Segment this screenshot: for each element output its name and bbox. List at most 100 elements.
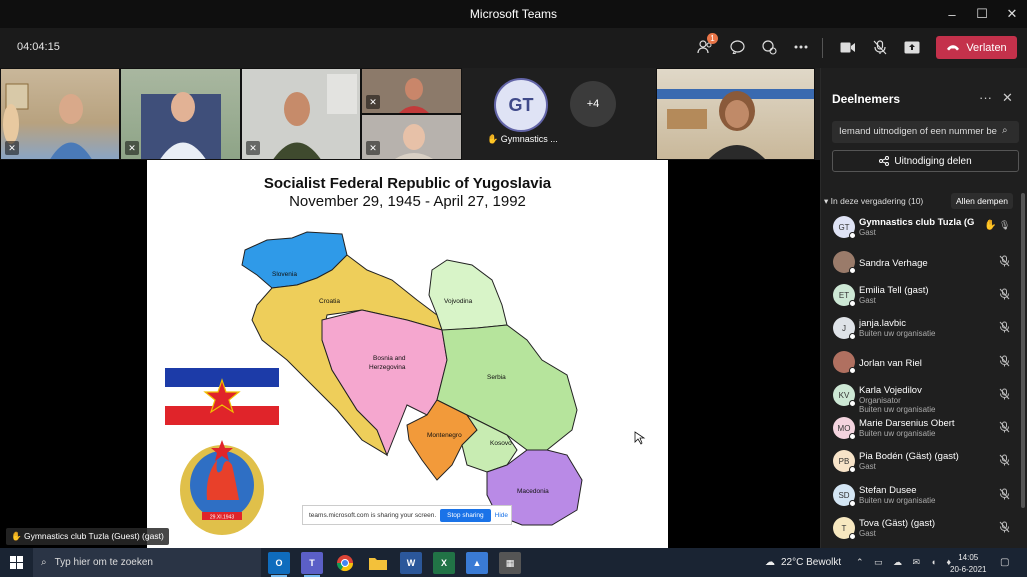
participant-row[interactable]: Jjanja.lavbic Buiten uw organisatie bbox=[829, 315, 1014, 345]
share-bar-text: teams.microsoft.com is sharing your scre… bbox=[309, 511, 437, 519]
taskbar-search-input[interactable]: ⌕ Typ hier om te zoeken bbox=[33, 548, 261, 577]
participants-icon[interactable]: 1 bbox=[692, 33, 718, 60]
video-tile-gt[interactable] bbox=[462, 68, 656, 160]
file-explorer-icon[interactable] bbox=[367, 552, 389, 574]
mic-on-icon[interactable]: 🎙 bbox=[999, 220, 1010, 231]
mic-muted-icon[interactable] bbox=[999, 421, 1010, 436]
chat-icon[interactable] bbox=[724, 34, 750, 60]
leave-button[interactable]: Verlaten bbox=[936, 36, 1017, 59]
participant-row[interactable]: SD Stefan Dusee Buiten uw organisatie bbox=[829, 482, 1014, 512]
windows-start-icon[interactable] bbox=[10, 556, 23, 569]
mic-muted-icon: ✕ bbox=[366, 95, 380, 109]
taskbar-search-placeholder: Typ hier om te zoeken bbox=[54, 557, 153, 568]
system-tray-icons[interactable]: ⌃ ▭ ☁ ✉ ◖ ♦ bbox=[856, 557, 955, 568]
weather-widget[interactable]: ☁ 22°C Bewolkt bbox=[765, 557, 841, 568]
photos-icon[interactable]: ▲ bbox=[466, 552, 488, 574]
emblem-date: 29.XI.1943 bbox=[210, 515, 234, 521]
participant-row[interactable]: GT Gymnastics club Tuzla (G... Gast ✋ 🎙 bbox=[829, 214, 1014, 244]
mic-muted-icon[interactable] bbox=[867, 34, 893, 60]
participant-role: Organisator bbox=[859, 396, 901, 405]
close-window-button[interactable]: ✕ bbox=[997, 0, 1027, 28]
participant-row[interactable]: Jorlan van Riel bbox=[829, 349, 1014, 379]
outlook-icon[interactable]: O bbox=[268, 552, 290, 577]
gt-avatar: GT bbox=[494, 78, 548, 132]
calculator-icon[interactable]: ▦ bbox=[499, 552, 521, 574]
mic-muted-icon[interactable] bbox=[999, 388, 1010, 403]
label-kosovo: Kosovo bbox=[490, 440, 512, 447]
share-screen-icon[interactable] bbox=[899, 34, 925, 60]
notifications-icon[interactable]: ▢ bbox=[1000, 557, 1009, 568]
camera-icon[interactable] bbox=[835, 34, 861, 60]
reactions-icon[interactable] bbox=[756, 34, 782, 60]
participant-row[interactable]: Sandra Verhage bbox=[829, 249, 1014, 279]
search-icon: ⌕ bbox=[41, 557, 47, 568]
participant-name: Emilia Tell (gast) bbox=[859, 285, 929, 296]
participant-role: Gast bbox=[859, 228, 876, 237]
mic-muted-icon[interactable] bbox=[999, 288, 1010, 303]
mic-muted-icon[interactable] bbox=[999, 454, 1010, 469]
raised-hand-icon: ✋ bbox=[984, 220, 997, 231]
teams-icon[interactable]: T bbox=[301, 552, 323, 577]
video-tile[interactable]: ✕ bbox=[361, 68, 462, 114]
meeting-toolbar: 04:04:15 1 Verlaten bbox=[0, 28, 1027, 68]
presence-status-icon bbox=[849, 466, 856, 473]
label-serbia: Serbia bbox=[487, 374, 506, 381]
maximize-button[interactable]: ☐ bbox=[967, 0, 997, 28]
participant-row[interactable]: KV Karla Vojedilov Organisator Buiten uw or… bbox=[829, 382, 1014, 414]
mouse-cursor-icon bbox=[634, 431, 646, 445]
mic-muted-icon[interactable] bbox=[999, 488, 1010, 503]
participant-role: Gast bbox=[859, 529, 876, 538]
in-meeting-section-toggle[interactable]: ▾ In deze vergadering (10) bbox=[824, 196, 923, 207]
participant-role: Gast bbox=[859, 296, 876, 305]
label-macedonia: Macedonia bbox=[517, 488, 549, 495]
video-tile[interactable]: ✕ bbox=[120, 68, 241, 160]
hide-button[interactable]: Hide bbox=[495, 512, 508, 519]
weather-text: 22°C Bewolkt bbox=[781, 557, 842, 568]
mic-muted-icon[interactable] bbox=[999, 255, 1010, 270]
yugoslavia-map: Slovenia Croatia Vojvodina Bosnia and He… bbox=[165, 231, 646, 535]
stop-sharing-button[interactable]: Stop sharing bbox=[440, 508, 491, 522]
search-icon[interactable]: ⌕ bbox=[1002, 125, 1008, 136]
presence-status-icon bbox=[849, 400, 856, 407]
label-vojvodina: Vojvodina bbox=[444, 298, 473, 305]
meeting-timer: 04:04:15 bbox=[17, 41, 60, 53]
participant-name: Gymnastics club Tuzla (G... bbox=[859, 217, 974, 228]
participant-name: Jorlan van Riel bbox=[859, 358, 922, 369]
participant-row[interactable]: MO Marie Darsenius Obert Buiten uw organis… bbox=[829, 415, 1014, 445]
share-icon bbox=[879, 156, 890, 166]
mic-muted-icon[interactable] bbox=[999, 321, 1010, 336]
mic-muted-icon[interactable] bbox=[999, 355, 1010, 370]
label-bosnia-1: Bosnia and bbox=[373, 355, 406, 362]
share-invite-button[interactable]: Uitnodiging delen bbox=[832, 150, 1019, 172]
panel-more-icon[interactable]: ··· bbox=[979, 90, 992, 105]
invite-input[interactable]: Iemand uitnodigen of een nummer be bbox=[832, 121, 1019, 143]
presence-status-icon bbox=[849, 300, 856, 307]
word-icon[interactable]: W bbox=[400, 552, 422, 574]
chrome-icon[interactable] bbox=[334, 552, 356, 574]
video-tile[interactable] bbox=[656, 68, 815, 160]
video-tile[interactable]: ✕ bbox=[0, 68, 120, 160]
label-montenegro: Montenegro bbox=[427, 432, 462, 439]
presence-status-icon bbox=[849, 232, 856, 239]
panel-scrollbar[interactable] bbox=[1021, 193, 1025, 508]
participant-row[interactable]: PB Pia Bodén (Gäst) (gast) Gast bbox=[829, 448, 1014, 478]
video-tile[interactable]: ✕ bbox=[361, 114, 462, 160]
yugoslav-flag bbox=[165, 368, 279, 425]
participant-row[interactable]: ET Emilia Tell (gast) Gast bbox=[829, 282, 1014, 312]
more-participants-button[interactable]: +4 bbox=[570, 81, 616, 127]
excel-icon[interactable]: X bbox=[433, 552, 455, 574]
mute-all-button[interactable]: Allen dempen bbox=[951, 193, 1013, 209]
presence-status-icon bbox=[849, 533, 856, 540]
presence-status-icon bbox=[849, 433, 856, 440]
participant-name: janja.lavbic bbox=[859, 318, 906, 329]
label-slovenia: Slovenia bbox=[272, 271, 297, 278]
panel-close-icon[interactable]: ✕ bbox=[1002, 90, 1013, 106]
minimize-button[interactable]: – bbox=[937, 0, 967, 28]
taskbar-clock[interactable]: 14:05 20-6-2021 bbox=[950, 552, 986, 576]
more-actions-icon[interactable] bbox=[788, 34, 814, 60]
participant-name: Stefan Dusee bbox=[859, 485, 917, 496]
mic-muted-icon[interactable] bbox=[999, 521, 1010, 536]
participant-row[interactable]: T Tova (Gäst) (gast) Gast bbox=[829, 515, 1014, 545]
video-tile[interactable]: ✕ bbox=[241, 68, 361, 160]
label-bosnia-2: Herzegovina bbox=[369, 364, 406, 371]
